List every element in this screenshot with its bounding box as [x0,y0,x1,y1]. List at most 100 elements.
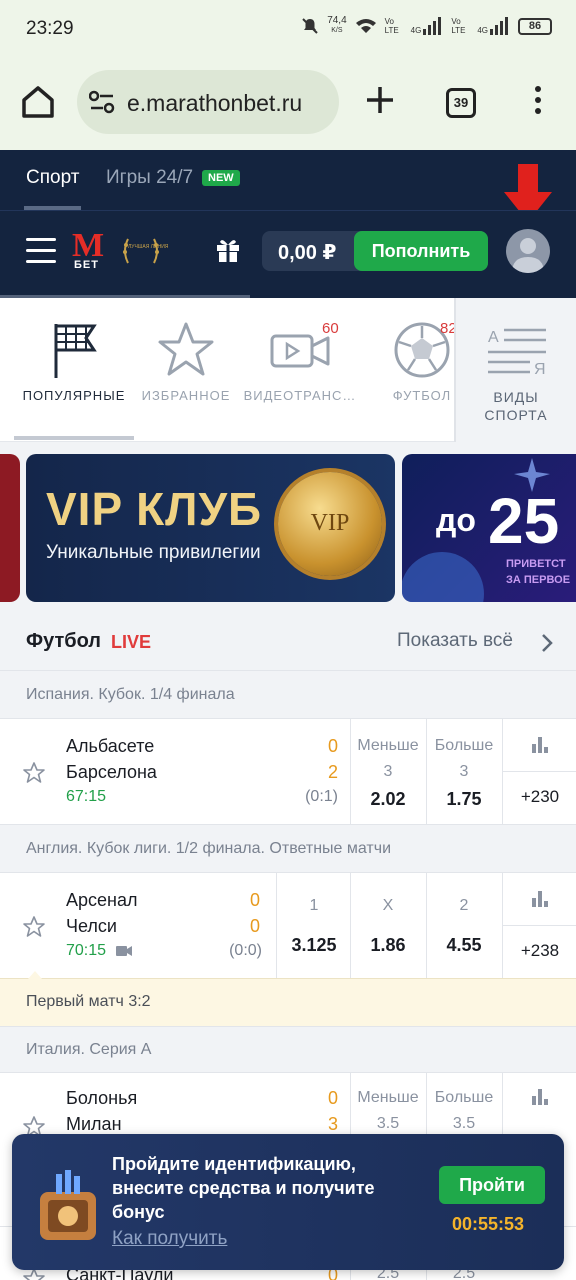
logo-text: БЕТ [74,259,99,271]
promo-number: 25 [488,485,560,557]
deposit-button[interactable]: Пополнить [354,231,488,271]
favorite-star-icon[interactable] [22,761,46,785]
identification-promo-card[interactable]: Пройдите идентификацию, внесите средства… [12,1134,564,1270]
chevron-right-icon[interactable] [540,632,554,654]
vip-subtitle: Уникальные привилегии [46,542,261,563]
flag-icon [54,324,97,378]
tab-switcher-button[interactable]: 39 [446,88,476,118]
team-away: Барселона [66,762,157,782]
mute-bell-icon [302,18,318,34]
match-row[interactable]: Альбасете Барселона 0 2 67:15 (0:1) Мень… [0,718,576,825]
balance-box: 0,00 ₽ Пополнить [262,231,488,271]
football-live-header: Футбол LIVE Показать всё [0,620,576,670]
stats-bars-icon[interactable] [532,1089,550,1105]
promo-timer: 00:55:53 [452,1214,525,1234]
url-text[interactable]: e.marathonbet.ru [127,90,333,117]
team-home: Альбасете [66,736,155,756]
banner-welcome-bonus[interactable]: до 25 ПРИВЕТСТ ЗА ПЕРВОЕ [402,454,576,602]
user-icon [512,238,544,273]
banner-partial-left[interactable] [0,454,20,602]
wifi-icon [355,19,376,33]
sport-video[interactable]: 60 ВИДЕОТРАНС… [238,298,362,442]
banner-vip-club[interactable]: VIP КЛУБ Уникальные привилегии VIP [26,454,395,602]
stats-bars-icon[interactable] [532,891,550,907]
sport-favorites[interactable]: ИЗБРАННОЕ [134,298,238,442]
site-header: M БЕТ ЛУЧШАЯ ЛИНИЯ 0,00 ₽ Пополнить [0,210,576,299]
score-away: 3 [327,1114,338,1134]
svg-text:A: A [488,329,499,346]
more-markets-button[interactable]: +230 [503,771,576,825]
vip-coin-icon: VIP [278,472,382,576]
stats-bars-icon[interactable] [532,737,550,753]
sport-popular[interactable]: ПОПУЛЯРНЫЕ [14,298,134,442]
gift-icon[interactable] [214,235,242,263]
halftime-score: (0:0) [229,942,262,959]
note-pointer-icon [28,971,42,979]
odd-home-win[interactable]: 1 3.125 [276,873,351,979]
promo-sub-2: ЗА ПЕРВОЕ [506,574,571,586]
stats-cell: +238 [502,873,576,979]
odd-under[interactable]: Меньше 3 2.02 [350,719,425,825]
section-title: Футбол [26,630,102,652]
svg-text:Я: Я [534,361,546,376]
match-row[interactable]: Арсенал Челси 0 0 70:15 (0:0) 1 3.125 X … [0,872,576,979]
star-icon [158,322,214,376]
league-header: Италия. Серия А [0,1026,576,1072]
browser-toolbar: e.marathonbet.ru 39 [0,58,576,150]
browser-menu-icon[interactable] [528,86,548,120]
odd-over[interactable]: Больше 3 1.75 [426,719,501,825]
favorite-star-icon[interactable] [22,915,46,939]
status-bar: 23:29 74,4 K/S Vo LTE 4G Vo LTE 4G 86 [0,0,576,58]
avatar[interactable] [506,229,550,273]
score-away: 2 [327,762,338,782]
odd-draw[interactable]: X 1.86 [350,873,425,979]
score-home: 0 [249,890,260,910]
net-speed: 74,4 K/S [327,15,347,35]
signal-2: 4G [477,17,510,35]
vip-title: VIP КЛУБ [46,483,263,535]
volte-1: Vo LTE [384,17,399,35]
tab-games[interactable]: Игры 24/7 [106,167,193,189]
score-away: 0 [249,916,260,936]
odd-away-win[interactable]: 2 4.55 [426,873,501,979]
sports-list-icon: AЯ [488,328,546,376]
hamburger-menu-icon[interactable] [26,238,56,264]
show-all-link[interactable]: Показать всё [397,630,513,652]
team-home: Болонья [66,1088,138,1108]
league-header: Испания. Кубок. 1/4 финала [0,670,576,718]
laurel-award-icon [123,238,159,264]
sports-categories: ПОПУЛЯРНЫЕ ИЗБРАННОЕ 60 ВИДЕОТРАНС… 82 Ф… [0,298,576,442]
site-settings-icon[interactable] [89,90,115,114]
promo-go-button[interactable]: Пройти [439,1166,545,1204]
score-home: 0 [327,736,338,756]
video-stream-icon[interactable] [116,946,132,956]
team-away: Милан [66,1114,122,1134]
first-match-note: Первый матч 3:2 [0,971,576,1026]
new-tab-icon[interactable] [364,84,396,116]
match-time: 67:15 [66,788,107,805]
sports-kinds-button[interactable]: AЯ ВИДЫ СПОРТА [454,298,576,442]
more-markets-button[interactable]: +238 [503,925,576,979]
stats-cell: +230 [502,719,576,825]
address-bar[interactable]: e.marathonbet.ru [77,70,339,134]
live-label: LIVE [111,632,152,652]
signal-bars-1-icon [423,17,443,35]
home-icon[interactable] [20,84,56,120]
sport-video-label: ВИДЕОТРАНС… [243,388,357,403]
promo-sub-1: ПРИВЕТСТ [506,558,566,570]
tab-sport[interactable]: Спорт [26,167,79,189]
team-home: Арсенал [66,890,138,910]
signal-1: 4G [411,17,444,35]
site-top-nav: Спорт Игры 24/7 NEW [0,150,576,210]
promo-text: Пройдите идентификацию, внесите средства… [112,1154,375,1222]
how-to-get-link[interactable]: Как получить [112,1228,227,1250]
active-category-underline [14,436,134,440]
sport-popular-label: ПОПУЛЯРНЫЕ [22,388,126,403]
sports-kinds-label: ВИДЫ СПОРТА [484,389,548,423]
sport-favorites-label: ИЗБРАННОЕ [141,388,231,403]
new-badge: NEW [202,170,240,186]
video-count: 60 [322,320,339,337]
score-home: 0 [327,1088,338,1108]
status-icons: 74,4 K/S Vo LTE 4G Vo LTE 4G 86 [301,16,552,36]
battery-icon: 86 [518,17,552,35]
